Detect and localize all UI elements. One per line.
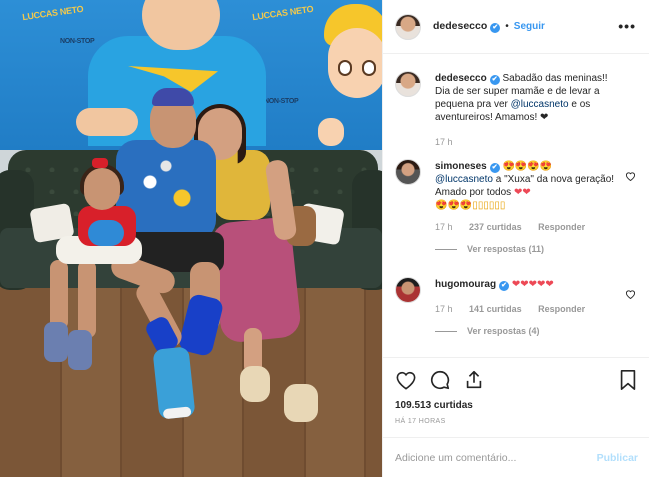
emoji-text: 😍😍😍▯▯▯▯▯▯ [435,200,506,211]
banner-mascot-arm [76,108,138,136]
woman-shoe [284,384,318,422]
post-header: dedesecco ✔ • Seguir ••• [383,0,649,54]
girl-sneaker [44,322,68,362]
header-username[interactable]: dedesecco ✔ [433,20,501,33]
heart-icon[interactable] [395,370,417,390]
reply-button[interactable]: Responder [538,222,585,232]
view-replies-label[interactable]: Ver respostas (4) [467,325,540,338]
view-replies-button[interactable]: Ver respostas (4) [435,325,625,338]
heart-emoji: ❤❤ [513,187,531,198]
caption-body: dedesecco ✔ Sabadão das meninas!! Dia de … [435,72,625,149]
separator-dot: • [505,21,509,32]
action-icons-row [395,366,638,394]
verified-badge-icon: ✔ [489,163,500,173]
comment-like-heart-icon[interactable] [625,289,636,302]
emoji-text: 😍😍😍😍 [502,161,553,172]
post-photo[interactable]: LUCCAS NETO NON-STOP LUCCAS NETO NON-STO… [0,0,382,477]
post-side-panel: dedesecco ✔ • Seguir ••• dedesecco ✔ Sabad… [382,0,649,477]
bookmark-icon[interactable] [618,369,638,391]
banner-cartoon-character [318,0,382,150]
caption-meta: 17 h [435,136,625,149]
view-replies-label[interactable]: Ver respostas (11) [467,243,544,256]
verified-badge-icon: ✔ [490,23,501,33]
man-cap [152,88,194,106]
avatar[interactable] [395,277,421,303]
post-date[interactable]: HÁ 17 HORAS [395,418,638,425]
girl-leg [50,260,68,330]
comment-likes[interactable]: 141 curtidas [469,304,522,314]
reply-button[interactable]: Responder [538,304,585,314]
caption-time[interactable]: 17 h [435,137,453,147]
more-options-icon[interactable]: ••• [618,18,636,34]
comment-icon[interactable] [429,369,451,391]
girl-leg [78,260,96,338]
mention-link[interactable]: @luccasneto [435,174,493,185]
girl-hair-bow [92,158,108,168]
avatar[interactable] [395,159,421,185]
woman-shoe [240,366,270,402]
comment-username[interactable]: hugomourag [435,279,496,290]
comment-meta: 17 h 237 curtidas Responder [435,221,625,234]
heart-emoji: ❤ [540,112,549,123]
add-comment-bar: Adicione um comentário... Publicar [383,437,649,477]
comment-body: simoneses ✔ 😍😍😍😍 @luccasneto a "Xuxa" da … [435,160,625,256]
verified-badge-icon: ✔ [499,281,510,291]
post-actions: 109.513 curtidas HÁ 17 HORAS [383,357,649,437]
banner-sponsor-text: NON-STOP [60,38,95,45]
avatar[interactable] [395,71,421,97]
likes-count[interactable]: 109.513 curtidas [395,400,638,411]
verified-badge-icon: ✔ [489,75,500,85]
girl-face [84,168,120,210]
heart-emoji: ❤❤❤❤❤ [511,279,554,290]
man-sneaker [152,346,196,420]
comments-list[interactable]: dedesecco ✔ Sabadão das meninas!! Dia de … [383,55,649,355]
instagram-post-modal: LUCCAS NETO NON-STOP LUCCAS NETO NON-STO… [0,0,649,477]
publish-button[interactable]: Publicar [597,452,638,464]
comment-likes[interactable]: 237 curtidas [469,222,522,232]
man-shirt-print [126,150,206,230]
banner-sponsor-text: NON-STOP [264,98,299,105]
username-text[interactable]: dedesecco [433,20,487,32]
comment-time[interactable]: 17 h [435,304,453,314]
comment-like-heart-icon[interactable] [625,171,636,184]
share-icon[interactable] [463,369,485,391]
comment-body: hugomourag ✔ ❤❤❤❤❤ 17 h 141 curtidas Resp… [435,278,625,338]
avatar[interactable] [395,13,421,40]
follow-button[interactable]: Seguir [514,21,545,32]
view-replies-button[interactable]: Ver respostas (11) [435,243,625,256]
mention-link[interactable]: @luccasneto [511,99,569,110]
girl-sneaker [68,330,92,370]
caption-username[interactable]: dedesecco [435,73,487,84]
comment-input[interactable]: Adicione um comentário... [395,452,516,464]
comment-time[interactable]: 17 h [435,222,453,232]
comment-meta: 17 h 141 curtidas Responder [435,303,625,316]
girl-plush-toy [88,220,124,246]
comment-username[interactable]: simoneses [435,161,487,172]
